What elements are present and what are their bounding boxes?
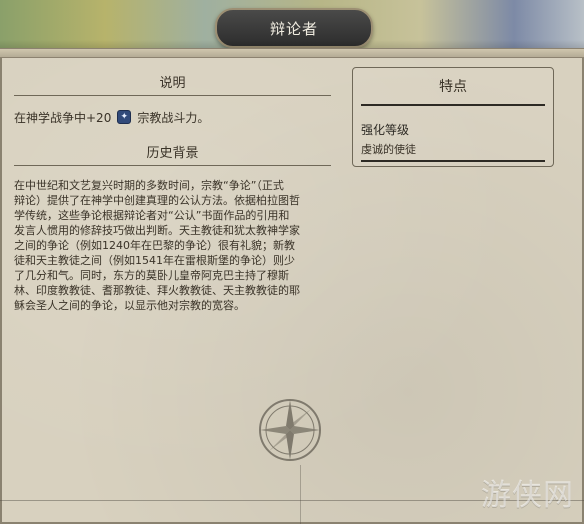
history-heading: 历史背景 bbox=[146, 146, 199, 161]
header-map-banner: 辩论者 bbox=[0, 0, 584, 50]
faith-icon: ✦ bbox=[117, 110, 132, 124]
effect-line: 在神学战争中+20 ✦ 宗教战斗力。 bbox=[14, 108, 331, 126]
history-divider bbox=[14, 165, 331, 166]
header-trim bbox=[0, 48, 584, 58]
traits-divider-top bbox=[361, 104, 545, 106]
traits-panel: 特点 强化等级 虔诚的使徒 bbox=[352, 67, 554, 167]
watermark-text: 游侠网 bbox=[481, 478, 574, 513]
compass-rose-icon bbox=[259, 399, 321, 461]
effect-suffix: 宗教战斗力。 bbox=[137, 110, 210, 125]
effect-prefix: 在神学战争中+20 bbox=[14, 110, 112, 125]
history-text: 在中世纪和文艺复兴时期的多数时间，宗教“争论”（正式 辩论）提供了在神学中创建真… bbox=[14, 179, 300, 312]
promotion-description: 虔诚的使徒 bbox=[361, 143, 416, 156]
traits-title: 特点 bbox=[439, 79, 467, 95]
title-plate: 辩论者 bbox=[215, 8, 373, 48]
traits-divider-bottom bbox=[361, 160, 545, 162]
description-divider bbox=[14, 95, 331, 96]
promotion-name: 强化等级 bbox=[361, 123, 410, 137]
page-title: 辩论者 bbox=[269, 19, 318, 38]
description-heading: 说明 bbox=[159, 76, 186, 91]
compass-stem bbox=[300, 465, 301, 524]
